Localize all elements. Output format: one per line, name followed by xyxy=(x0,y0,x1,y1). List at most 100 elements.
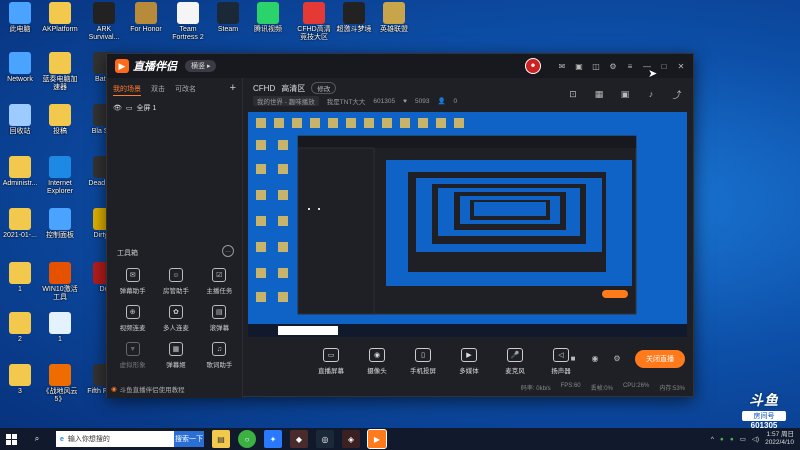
toolbox-item[interactable]: ▼ 虚拟形象 xyxy=(111,342,154,369)
bottom-tool-label: 麦克风 xyxy=(505,368,525,375)
bottom-tool-button[interactable]: ▭ 直播屏幕 xyxy=(317,348,345,375)
desktop-icon-label: 腾讯视频 xyxy=(254,26,282,33)
add-source-button[interactable]: + xyxy=(230,82,236,94)
desktop-icon[interactable]: Team Fortress 2 xyxy=(168,2,208,42)
mode-switch-button[interactable]: 横竖 ▸ xyxy=(185,60,217,72)
toolbox-item[interactable]: ▤ 滚弹幕 xyxy=(198,305,241,332)
desktop-icon[interactable]: 回收站 xyxy=(0,104,40,136)
desktop-icon[interactable]: 1 xyxy=(0,262,40,294)
toolbox-item[interactable]: ☺ 房管助手 xyxy=(154,268,197,295)
visibility-icon[interactable]: 👁 xyxy=(113,104,122,112)
streamer-name: 我是TNT大大 xyxy=(326,99,366,106)
desktop-icon[interactable]: 英雄联盟 xyxy=(374,2,414,34)
toolbox-item[interactable]: ☑ 主播任务 xyxy=(198,268,241,295)
layout-icon[interactable]: ▦ xyxy=(593,88,605,100)
maximize-icon[interactable]: □ xyxy=(658,60,670,72)
toolbox-item[interactable]: ⊕ 视频连麦 xyxy=(111,305,154,332)
taskbar-douyu-companion-icon[interactable]: ▶ xyxy=(367,429,387,449)
tab-my-scene[interactable]: 我的场景 xyxy=(113,84,141,96)
tray-volume-icon[interactable]: ◁) xyxy=(752,435,759,443)
taskbar-bird-icon[interactable]: ✦ xyxy=(264,430,282,448)
lock-icon[interactable]: ⊡ xyxy=(567,88,579,100)
taskbar-search-icon[interactable]: ⌕ xyxy=(28,430,46,448)
taskbar-search-input[interactable]: e 输入你想搜的 xyxy=(56,431,174,447)
desktop-icon[interactable]: 2 xyxy=(0,312,40,344)
desktop-icon-label: 2021-01-... xyxy=(3,232,37,239)
settings-icon[interactable]: ⚙ xyxy=(607,60,619,72)
desktop-icon[interactable]: AKPlatform xyxy=(40,2,80,34)
desktop-icon-label: 投稿 xyxy=(53,128,67,135)
taskbar-date: 2022/4/10 xyxy=(765,439,794,446)
bottom-tool-button[interactable]: ▶ 多媒体 xyxy=(455,348,483,375)
desktop-icon[interactable]: For Honor xyxy=(126,2,166,34)
desktop-icon[interactable]: 控制面板 xyxy=(40,208,80,240)
toolbox-item[interactable]: ♫ 歌词助手 xyxy=(198,342,241,369)
desktop-icon[interactable]: 此电脑 xyxy=(0,2,40,34)
desktop-icon-label: 蓝奏电脑加速器 xyxy=(42,76,78,91)
bell-icon[interactable]: ♪ xyxy=(645,88,657,100)
tray-wechat-icon[interactable]: ● xyxy=(730,436,734,443)
user-avatar[interactable]: ☻ xyxy=(525,58,541,74)
desktop-icon[interactable]: 1 xyxy=(40,312,80,344)
go-live-button[interactable]: 关闭直播 xyxy=(635,350,685,368)
source-item[interactable]: 👁 ▭ 全屏 1 xyxy=(107,100,242,116)
bottom-tool-button[interactable]: ▯ 手机投屏 xyxy=(409,348,437,375)
window-icon[interactable]: ▣ xyxy=(619,88,631,100)
desktop-icon[interactable]: 腾讯视频 xyxy=(248,2,288,34)
preview-recursion-graphic xyxy=(248,112,687,337)
desktop-icon[interactable]: 2021-01-... xyxy=(0,208,40,240)
edit-room-button[interactable]: 修改 xyxy=(311,82,337,94)
desktop-icon[interactable]: ARK Survival... xyxy=(84,2,124,42)
tray-expand-icon[interactable]: ^ xyxy=(711,436,714,443)
gear-icon[interactable]: ⚙ xyxy=(611,352,623,364)
bottom-tool-button[interactable]: 🎤 麦克风 xyxy=(501,348,529,375)
toolbox-item[interactable]: ✉ 弹幕助手 xyxy=(111,268,154,295)
eye-icon[interactable]: ◉ xyxy=(589,352,601,364)
toolbox-item-label: 滚弹幕 xyxy=(209,325,230,332)
tray-network-icon[interactable]: ▭ xyxy=(740,435,746,443)
desktop-icon[interactable]: Steam xyxy=(208,2,248,34)
toolbox-item[interactable]: ▦ 弹幕姬 xyxy=(154,342,197,369)
desktop-icon[interactable]: 蓝奏电脑加速器 xyxy=(40,52,80,92)
desktop-icon[interactable]: 投稿 xyxy=(40,104,80,136)
start-button[interactable] xyxy=(0,428,22,450)
desktop-icon[interactable]: 3 xyxy=(0,364,40,396)
tab-double-click[interactable]: 双击 xyxy=(151,84,165,96)
skin-icon[interactable]: ◫ xyxy=(590,60,602,72)
bottom-tool-button[interactable]: ◉ 摄像头 xyxy=(363,348,391,375)
taskbar-file-explorer-icon[interactable]: ▤ xyxy=(212,430,230,448)
taskbar-clock[interactable]: 1:57 周日 2022/4/10 xyxy=(765,431,794,447)
close-icon[interactable]: ✕ xyxy=(675,60,687,72)
toolbox-item[interactable]: ✿ 多人连麦 xyxy=(154,305,197,332)
desktop-icon[interactable]: 《战地风云 5》 xyxy=(40,364,80,404)
tab-rename[interactable]: 可改名 xyxy=(175,84,196,96)
desktop-icon[interactable]: Internet Explorer xyxy=(40,156,80,196)
desktop-icon[interactable]: 超激斗梦境 xyxy=(334,2,374,34)
avatar-icon: ▼ xyxy=(125,342,140,356)
lyrics-icon: ♫ xyxy=(212,342,227,356)
desktop-icon-label: Network xyxy=(7,76,33,83)
desktop-icon[interactable]: Administr... xyxy=(0,156,40,188)
message-icon[interactable]: ✉ xyxy=(556,60,568,72)
taskbar-360-icon[interactable]: ○ xyxy=(238,430,256,448)
game-icon xyxy=(343,2,365,24)
watermark-brand: 斗鱼 xyxy=(749,392,779,408)
share-icon[interactable]: ⤴ xyxy=(671,88,683,100)
desktop-icon[interactable]: CFHD高清竞技大区 xyxy=(294,2,334,42)
desktop-icon[interactable]: Network xyxy=(0,52,40,84)
gift-icon[interactable]: ▣ xyxy=(573,60,585,72)
taskbar-search-button[interactable]: 搜索一下 xyxy=(174,431,204,447)
taskbar-app-icon[interactable]: ◈ xyxy=(342,430,360,448)
menu-icon[interactable]: ≡ xyxy=(624,60,636,72)
record-icon[interactable]: ■ xyxy=(567,352,579,364)
taskbar-steam-icon[interactable]: ◎ xyxy=(316,430,334,448)
scene-tabs: 我的场景 双击 可改名 xyxy=(107,78,242,96)
taskbar-game-icon[interactable]: ◆ xyxy=(290,430,308,448)
tray-app-icon[interactable]: ● xyxy=(720,436,724,443)
tutorial-tip[interactable]: ◉ 斗鱼直播伴侣使用教程 xyxy=(111,384,185,394)
app-logo: ▶ 直播伴侣 xyxy=(115,58,177,74)
stream-preview[interactable] xyxy=(248,112,687,337)
toolbox-more-button[interactable]: … xyxy=(222,245,234,257)
desktop-icon[interactable]: WIN10激活工具 xyxy=(40,262,80,302)
room-title[interactable]: 我的世界 - 趣味播放 xyxy=(253,96,319,106)
